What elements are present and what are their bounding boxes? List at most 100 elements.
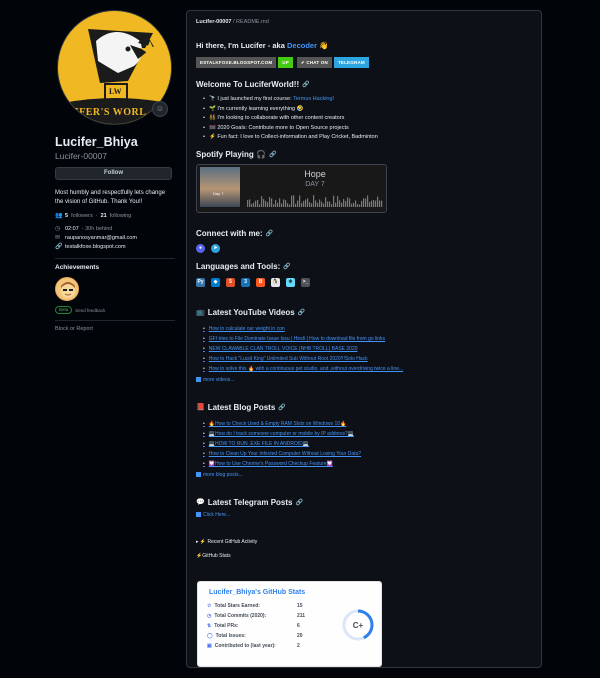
block-or-report-link[interactable]: Block or Report <box>55 326 180 332</box>
vscode-icon: ◆ <box>211 277 220 287</box>
telegram-link-text: Click Here... <box>203 511 231 518</box>
achievement-badge[interactable] <box>55 277 79 301</box>
divider <box>55 258 175 259</box>
blog-link[interactable]: 💻HOW TO RUN .EXE FILE IN ANDROID💻 <box>203 439 536 449</box>
more-videos-link[interactable]: more videos... <box>196 376 536 383</box>
stat-label: Total Issues: <box>215 633 246 639</box>
visualizer-bar <box>319 199 321 207</box>
youtube-heading: 📺 Latest YouTube Videos 🔗 <box>196 308 536 317</box>
visualizer-bar <box>295 203 297 207</box>
anchor-link-icon[interactable]: 🔗 <box>296 499 303 506</box>
video-link[interactable]: NEW CLAWABLE CLAN TROLL VOICE (NHB TROLL… <box>203 344 536 354</box>
blog-badge[interactable]: ESTALKFOXE.BLOGSPOT.COM <box>196 57 277 68</box>
visualizer-bar <box>363 198 365 207</box>
list-item: 🔭 I just launched my first course: Termu… <box>203 95 536 105</box>
visualizer-bar <box>355 200 357 207</box>
spotify-heading: Spotify Playing 🎧 🔗 <box>196 150 536 159</box>
video-link[interactable]: How to Hack "Lucid King" Unlimited Sub W… <box>203 354 536 364</box>
stats-row: ▣ Contributed to (last year): 2 <box>207 643 347 649</box>
anchor-link-icon[interactable]: 🔗 <box>298 309 305 316</box>
stat-value: 15 <box>297 603 303 609</box>
stat-value: 6 <box>297 623 300 629</box>
following-label[interactable]: following <box>110 213 131 219</box>
anchor-link-icon[interactable]: 🔗 <box>269 151 276 158</box>
profile-bio: Most humbly and respectfully lets change… <box>55 190 166 205</box>
telegram-icon[interactable]: ➤ <box>211 243 220 253</box>
about-list: 🔭 I just launched my first course: Termu… <box>203 95 536 143</box>
recent-activity-toggle[interactable]: ▸ ⚡ Recent GitHub Activity <box>196 539 536 545</box>
decoder-link[interactable]: Decoder <box>287 41 317 50</box>
visualizer-bar <box>285 200 287 207</box>
local-time: 02:07 <box>65 225 79 232</box>
quickdraw-icon <box>61 282 75 298</box>
video-link[interactable]: How to calculate our weight in con <box>203 324 536 334</box>
anchor-link-icon[interactable]: 🔗 <box>283 263 290 270</box>
anchor-link-icon[interactable]: 🔗 <box>302 81 309 88</box>
avatar-banner-text: CIFER'S WORL <box>67 107 147 118</box>
blog-link[interactable]: 🔥How to Check Used & Empty RAM Slots on … <box>203 419 536 429</box>
bullet-text: 👯 I'm looking to collaborate with other … <box>208 115 345 122</box>
email-row: ✉ raupanosyanmar@gmail.com <box>55 234 180 242</box>
list-item: ⚡ Fun fact: I love to Collect-informatio… <box>203 133 536 143</box>
following-count[interactable]: 21 <box>101 213 107 219</box>
achievements-title: Achievements <box>55 264 100 271</box>
send-feedback-link[interactable]: Send feedback <box>75 308 105 313</box>
anchor-link-icon[interactable]: 🔗 <box>278 404 285 411</box>
visualizer-bar <box>303 200 305 207</box>
stat-label: Total Commits (2020): <box>214 613 267 619</box>
visualizer-bar <box>247 200 249 207</box>
visualizer-bar <box>251 203 253 207</box>
telegram-badge[interactable]: TELEGRAM <box>333 57 369 68</box>
visualizer-bar <box>265 200 267 207</box>
video-link[interactable]: GFI tries to File Dominate Issue Issu | … <box>203 334 536 344</box>
bullet-text: 🌱 I'm currently learning everything 🤣 <box>208 105 304 112</box>
blog-heading: 📕 Latest Blog Posts 🔗 <box>196 403 536 412</box>
visualizer-bar <box>337 196 339 207</box>
anchor-link-icon[interactable]: 🔗 <box>266 230 273 237</box>
set-status-button[interactable]: ☺ <box>152 101 168 117</box>
blog-link[interactable]: How to Clean Up Your Infected Computer W… <box>203 449 536 459</box>
visualizer-bar <box>279 198 281 207</box>
arrow-icon <box>196 511 201 517</box>
album-cover-caption: Day 7 <box>213 190 224 196</box>
book-icon: 📕 <box>196 404 205 412</box>
blog-status-badge[interactable]: UP <box>278 57 293 68</box>
visualizer-bar <box>259 204 261 207</box>
followers-count[interactable]: 5 <box>65 213 68 219</box>
visualizer-bar <box>361 200 363 207</box>
visualizer-bar <box>357 204 359 207</box>
video-link[interactable]: How to solve this 🔥 with a continuous pe… <box>203 364 536 374</box>
email-link[interactable]: raupanosyanmar@gmail.com <box>65 235 137 241</box>
follow-stats: 👥 5 followers · 21 following <box>55 212 180 220</box>
blog-link[interactable]: 💻How do I track someone computer or mobi… <box>203 429 536 439</box>
blog-link[interactable]: 💟How to Use Chrome's Password Checkup Fe… <box>203 459 536 469</box>
readme-filename[interactable]: / README.md <box>231 19 269 25</box>
visualizer-bar <box>339 200 341 207</box>
stats-row: ◯ Total Issues: 20 <box>207 633 347 639</box>
connect-title: Connect with me: <box>196 228 263 238</box>
readme-owner[interactable]: Lucifer-00007 <box>196 19 231 25</box>
visualizer-bar <box>381 200 383 207</box>
stats-row: ◷ Total Commits (2020): 211 <box>207 613 347 619</box>
linux-icon: 🐧 <box>271 277 280 287</box>
spotify-now-playing-card[interactable]: Day 7 Hope DAY 7 <box>196 163 387 213</box>
chat-badge[interactable]: ✔ CHAT ON <box>296 57 332 68</box>
discord-icon[interactable]: ● <box>196 243 205 253</box>
album-cover: Day 7 <box>200 166 240 207</box>
visualizer-bar <box>267 202 269 207</box>
tv-icon: 📺 <box>196 309 205 317</box>
telegram-click-link[interactable]: Click Here... <box>196 511 536 518</box>
visualizer-bar <box>255 200 257 207</box>
visualizer-bar <box>299 195 301 207</box>
more-blog-posts-link[interactable]: more blog posts... <box>196 471 536 478</box>
termux-course-link[interactable]: Termux Hacking! <box>293 95 334 105</box>
website-link[interactable]: testalkfoxe.blogspot.com <box>65 244 126 250</box>
time-note: - 30h behind <box>81 225 113 232</box>
visualizer-bar <box>293 195 295 207</box>
follow-button[interactable]: Follow <box>55 167 172 180</box>
welcome-title: Welcome To LuciferWorld!! <box>196 80 300 89</box>
visualizer-bar <box>327 201 329 207</box>
grade-text: C+ <box>353 621 364 630</box>
list-item: 👯 I'm looking to collaborate with other … <box>203 114 536 124</box>
followers-label[interactable]: followers <box>71 213 93 219</box>
